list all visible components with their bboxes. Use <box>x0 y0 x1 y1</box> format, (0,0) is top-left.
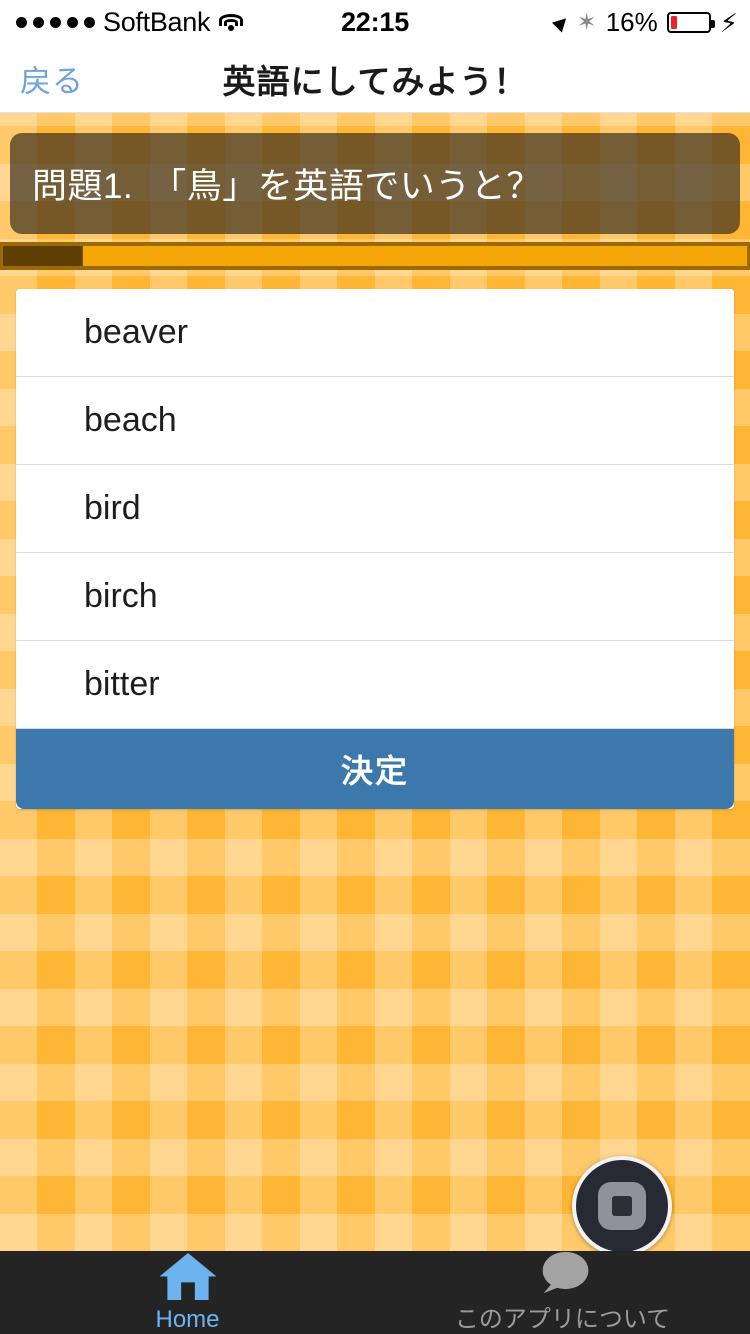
question-panel: 問題1. 「鳥」を英語でいうと？ <box>10 133 740 234</box>
tab-home-label: Home <box>155 1306 220 1333</box>
decide-button[interactable]: 決定 <box>16 729 734 809</box>
home-icon <box>159 1252 216 1301</box>
page-title: 英語にしてみよう！ <box>222 62 528 100</box>
assistive-touch-icon[interactable] <box>572 1156 672 1256</box>
progress-bar <box>0 242 750 270</box>
tab-home[interactable]: Home <box>0 1251 375 1334</box>
status-bar-right: ✶ 16% ⚡ <box>551 7 738 38</box>
assistive-touch-inner-square <box>612 1196 632 1216</box>
tab-bar: Home このアプリについて <box>0 1251 750 1334</box>
chat-bubble-icon <box>542 1251 588 1294</box>
answer-option-2[interactable]: beach <box>16 377 734 465</box>
battery-percent-label: 16% <box>605 7 658 37</box>
back-button[interactable]: 戻る <box>20 56 84 101</box>
answer-option-5[interactable]: bitter <box>16 641 734 729</box>
lightning-bolt-icon: ⚡ <box>719 7 738 38</box>
location-arrow-icon <box>551 12 571 33</box>
progress-elapsed-fill <box>3 246 83 266</box>
tab-about-label: このアプリについて <box>454 1306 671 1333</box>
bluetooth-icon: ✶ <box>576 8 597 36</box>
progress-track <box>3 246 747 266</box>
question-text: 問題1. 「鳥」を英語でいうと？ <box>32 167 542 206</box>
navigation-bar: 戻る 英語にしてみよう！ <box>0 45 750 113</box>
battery-icon <box>666 12 715 33</box>
answer-option-1[interactable]: beaver <box>16 289 734 377</box>
tab-about[interactable]: このアプリについて <box>375 1251 750 1334</box>
status-bar: SoftBank 22:15 ✶ 16% ⚡ <box>0 0 750 45</box>
assistive-touch-square <box>598 1182 646 1230</box>
answer-option-3[interactable]: bird <box>16 465 734 553</box>
answer-option-4[interactable]: birch <box>16 553 734 641</box>
answer-card: beaver beach bird birch bitter 決定 <box>16 289 734 809</box>
